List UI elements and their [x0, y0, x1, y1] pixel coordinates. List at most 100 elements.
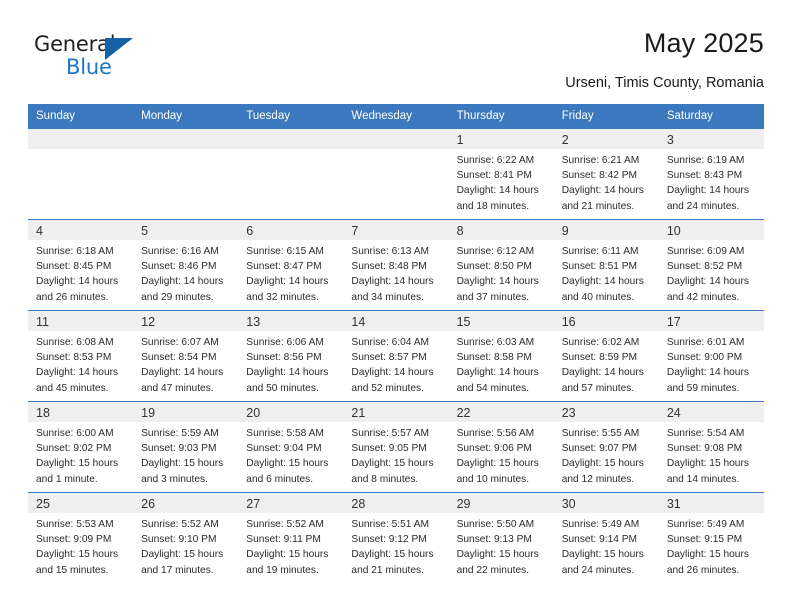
sunrise-text: Sunrise: 6:03 AM	[456, 337, 535, 348]
day-cell: 7 Sunrise: 6:13 AM Sunset: 8:48 PM Daylight…	[343, 220, 449, 310]
daylight-text: Daylight: 15 hours and 8 minutes.	[351, 458, 434, 485]
day-cell: 20 Sunrise: 5:58 AM Sunset: 9:04 PM Dayligh…	[238, 402, 344, 492]
daylight-text: Daylight: 15 hours and 3 minutes.	[141, 458, 224, 485]
sunrise-text: Sunrise: 6:04 AM	[351, 337, 430, 348]
day-sun-info: Sunrise: 5:52 AM Sunset: 9:11 PM Daylight:…	[238, 513, 343, 578]
daylight-text: Daylight: 14 hours and 47 minutes.	[141, 367, 224, 394]
day-sun-info: Sunrise: 5:52 AM Sunset: 9:10 PM Daylight:…	[133, 513, 238, 578]
calendar-week-row: 1 Sunrise: 6:22 AM Sunset: 8:41 PM Daylight…	[28, 128, 764, 220]
calendar-day-cell: 8 Sunrise: 6:12 AM Sunset: 8:50 PM Daylight…	[448, 219, 554, 311]
day-sun-info: Sunrise: 6:15 AM Sunset: 8:47 PM Daylight:…	[238, 240, 343, 305]
sunrise-text: Sunrise: 5:54 AM	[666, 428, 745, 439]
calendar-day-cell: 6 Sunrise: 6:15 AM Sunset: 8:47 PM Daylight…	[238, 219, 344, 311]
day-sun-info: Sunrise: 6:01 AM Sunset: 9:00 PM Daylight:…	[659, 331, 764, 396]
day-number: 13	[238, 311, 344, 331]
calendar-day-cell: 28 Sunrise: 5:51 AM Sunset: 9:12 PM Dayligh…	[343, 492, 449, 583]
daylight-text: Daylight: 14 hours and 54 minutes.	[456, 367, 539, 394]
day-number: 26	[133, 493, 239, 513]
day-cell: 12 Sunrise: 6:07 AM Sunset: 8:54 PM Dayligh…	[133, 311, 239, 401]
day-number: 16	[553, 311, 659, 331]
day-cell: 18 Sunrise: 6:00 AM Sunset: 9:02 PM Dayligh…	[28, 402, 134, 492]
daylight-text: Daylight: 15 hours and 6 minutes.	[246, 458, 329, 485]
sunset-text: Sunset: 9:00 PM	[666, 352, 743, 364]
day-cell: 5 Sunrise: 6:16 AM Sunset: 8:46 PM Daylight…	[133, 220, 239, 310]
sunset-text: Sunset: 8:43 PM	[666, 170, 743, 182]
calendar-day-cell: 1 Sunrise: 6:22 AM Sunset: 8:41 PM Daylight…	[448, 128, 554, 220]
daylight-text: Daylight: 14 hours and 57 minutes.	[561, 367, 644, 394]
calendar-day-cell: 26 Sunrise: 5:52 AM Sunset: 9:10 PM Dayligh…	[133, 492, 239, 583]
sunrise-text: Sunrise: 6:21 AM	[561, 155, 640, 166]
page-title: May 2025	[643, 28, 764, 58]
daylight-text: Daylight: 15 hours and 24 minutes.	[561, 549, 644, 576]
sunrise-text: Sunrise: 6:19 AM	[666, 155, 745, 166]
day-cell: 17 Sunrise: 6:01 AM Sunset: 9:00 PM Dayligh…	[658, 311, 764, 401]
calendar-day-cell: 23 Sunrise: 5:55 AM Sunset: 9:07 PM Dayligh…	[553, 401, 659, 493]
daylight-text: Daylight: 15 hours and 19 minutes.	[246, 549, 329, 576]
sunset-text: Sunset: 8:41 PM	[456, 170, 532, 182]
day-number: 19	[133, 402, 239, 422]
sunset-text: Sunset: 8:58 PM	[456, 352, 532, 364]
calendar-day-cell: 7 Sunrise: 6:13 AM Sunset: 8:48 PM Daylight…	[343, 219, 449, 311]
sunrise-text: Sunrise: 5:49 AM	[561, 519, 640, 530]
calendar-page: General Blue May 2025 Urseni, Timis Coun…	[0, 0, 792, 612]
day-cell: 11 Sunrise: 6:08 AM Sunset: 8:53 PM Dayligh…	[28, 311, 134, 401]
sunset-text: Sunset: 9:02 PM	[36, 443, 112, 455]
daylight-text: Daylight: 15 hours and 14 minutes.	[666, 458, 749, 485]
day-number	[343, 129, 449, 149]
day-number: 3	[658, 129, 764, 149]
calendar-day-cell	[28, 128, 134, 220]
sunrise-sunset-calendar: Sunday Monday Tuesday Wednesday Thursday…	[28, 104, 764, 583]
calendar-week-row: 11 Sunrise: 6:08 AM Sunset: 8:53 PM Dayligh…	[28, 310, 764, 402]
day-sun-info: Sunrise: 6:11 AM Sunset: 8:51 PM Daylight:…	[554, 240, 659, 305]
daylight-text: Daylight: 14 hours and 29 minutes.	[141, 276, 224, 303]
day-number: 25	[28, 493, 134, 513]
weekday-header-monday: Monday	[133, 104, 239, 129]
sunrise-text: Sunrise: 5:58 AM	[246, 428, 324, 439]
day-cell: 16 Sunrise: 6:02 AM Sunset: 8:59 PM Dayligh…	[553, 311, 659, 401]
day-number	[238, 129, 344, 149]
day-cell: 31 Sunrise: 5:49 AM Sunset: 9:15 PM Dayligh…	[658, 493, 764, 583]
day-cell: 30 Sunrise: 5:49 AM Sunset: 9:14 PM Dayligh…	[553, 493, 659, 583]
sunset-text: Sunset: 9:04 PM	[246, 443, 322, 455]
daylight-text: Daylight: 15 hours and 1 minute.	[36, 458, 119, 485]
sunrise-text: Sunrise: 5:55 AM	[561, 428, 640, 439]
day-sun-info: Sunrise: 6:08 AM Sunset: 8:53 PM Daylight:…	[28, 331, 133, 396]
day-sun-info: Sunrise: 5:58 AM Sunset: 9:04 PM Daylight:…	[238, 422, 343, 487]
daylight-text: Daylight: 14 hours and 52 minutes.	[351, 367, 434, 394]
daylight-text: Daylight: 14 hours and 26 minutes.	[36, 276, 119, 303]
sunset-text: Sunset: 8:52 PM	[666, 261, 743, 273]
sunset-text: Sunset: 8:54 PM	[141, 352, 217, 364]
calendar-day-cell: 9 Sunrise: 6:11 AM Sunset: 8:51 PM Daylight…	[553, 219, 659, 311]
general-blue-logo[interactable]: General Blue	[34, 32, 154, 90]
day-cell: 2 Sunrise: 6:21 AM Sunset: 8:42 PM Daylight…	[553, 129, 659, 219]
day-number: 9	[553, 220, 659, 240]
day-sun-info: Sunrise: 5:55 AM Sunset: 9:07 PM Daylight:…	[554, 422, 659, 487]
calendar-week-row: 4 Sunrise: 6:18 AM Sunset: 8:45 PM Daylight…	[28, 219, 764, 311]
day-cell: 27 Sunrise: 5:52 AM Sunset: 9:11 PM Dayligh…	[238, 493, 344, 583]
day-cell: 6 Sunrise: 6:15 AM Sunset: 8:47 PM Daylight…	[238, 220, 344, 310]
sunset-text: Sunset: 8:51 PM	[561, 261, 638, 273]
daylight-text: Daylight: 14 hours and 59 minutes.	[666, 367, 749, 394]
sunset-text: Sunset: 9:15 PM	[666, 534, 743, 546]
day-number: 11	[28, 311, 134, 331]
daylight-text: Daylight: 14 hours and 21 minutes.	[561, 185, 644, 212]
sunset-text: Sunset: 8:50 PM	[456, 261, 532, 273]
weekday-header-friday: Friday	[553, 104, 659, 129]
day-sun-info: Sunrise: 6:12 AM Sunset: 8:50 PM Daylight:…	[449, 240, 554, 305]
sunrise-text: Sunrise: 5:57 AM	[351, 428, 430, 439]
empty-day-cell	[343, 129, 449, 219]
sunrise-text: Sunrise: 6:15 AM	[246, 246, 324, 257]
daylight-text: Daylight: 15 hours and 12 minutes.	[561, 458, 644, 485]
sunrise-text: Sunrise: 6:00 AM	[36, 428, 114, 439]
sunset-text: Sunset: 8:42 PM	[561, 170, 638, 182]
sunset-text: Sunset: 8:56 PM	[246, 352, 322, 364]
sunrise-text: Sunrise: 6:12 AM	[456, 246, 535, 257]
calendar-day-cell	[238, 128, 344, 220]
day-sun-info: Sunrise: 6:04 AM Sunset: 8:57 PM Daylight:…	[343, 331, 448, 396]
sunrise-text: Sunrise: 6:02 AM	[561, 337, 640, 348]
calendar-day-cell: 24 Sunrise: 5:54 AM Sunset: 9:08 PM Dayligh…	[658, 401, 764, 493]
day-number: 31	[658, 493, 764, 513]
day-sun-info: Sunrise: 6:18 AM Sunset: 8:45 PM Daylight:…	[28, 240, 133, 305]
day-cell: 1 Sunrise: 6:22 AM Sunset: 8:41 PM Daylight…	[448, 129, 554, 219]
day-sun-info: Sunrise: 6:07 AM Sunset: 8:54 PM Daylight:…	[133, 331, 238, 396]
